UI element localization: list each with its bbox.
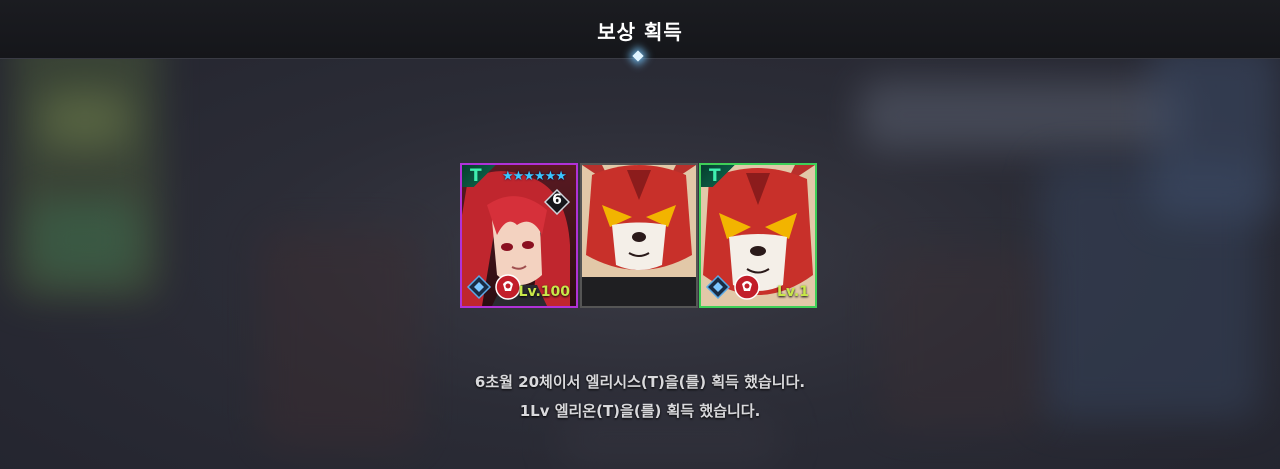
class-gem-icon xyxy=(705,274,731,300)
reward-card-elion[interactable]: T Lv.1 xyxy=(699,163,817,308)
elion-portrait xyxy=(582,165,696,277)
star-rating: ★★★★★★ xyxy=(502,169,567,184)
level-label: Lv.100 xyxy=(518,284,570,300)
page-title: 보상 획득 xyxy=(597,20,683,44)
level-label: Lv.1 xyxy=(777,284,809,300)
tier-badge: T xyxy=(701,165,735,187)
attribute-emblem-icon xyxy=(734,274,760,300)
reward-card-elesis[interactable]: T ★★★★★★ 6 Lv.100 xyxy=(460,163,578,308)
class-gem-icon xyxy=(466,274,492,300)
reward-card-elion-preview[interactable] xyxy=(580,163,698,308)
header-bar: 보상 획득 xyxy=(0,0,1280,59)
card-icons xyxy=(466,274,521,300)
attribute-emblem-icon xyxy=(495,274,521,300)
reward-message-elion: 1Lv 엘리온(T)을(를) 획득 했습니다. xyxy=(519,402,761,420)
card-icons xyxy=(705,274,760,300)
rank-number: 6 xyxy=(552,192,562,208)
tier-badge: T xyxy=(462,165,496,187)
transcendence-rank-badge: 6 xyxy=(543,188,571,216)
reward-message-elesis: 6초월 20체이서 엘리시스(T)을(를) 획득 했습니다. xyxy=(474,373,806,391)
